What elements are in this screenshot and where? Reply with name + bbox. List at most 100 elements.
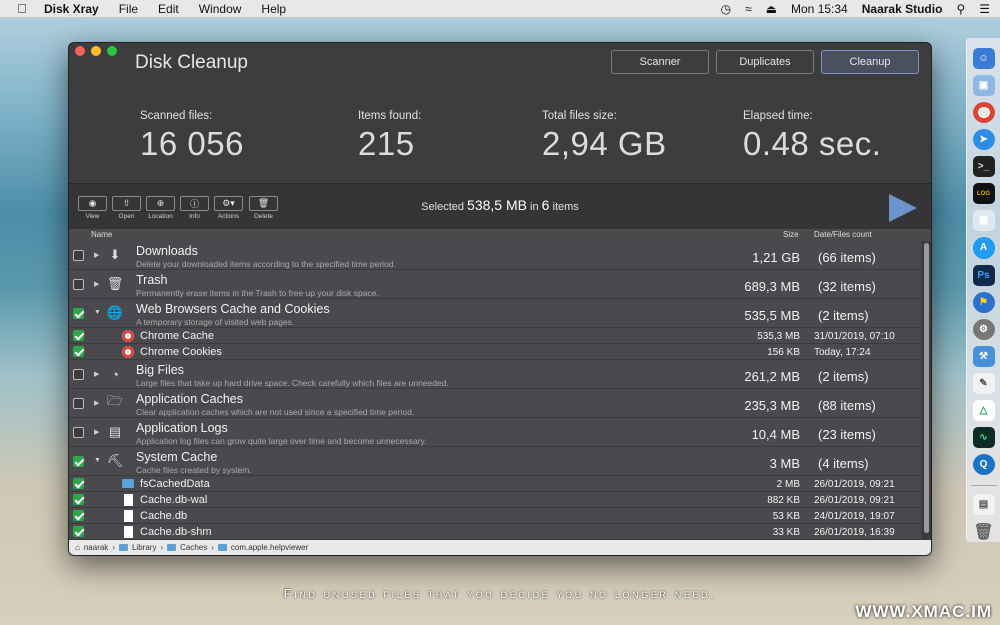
- item-size: 156 KB: [767, 347, 800, 358]
- checkbox[interactable]: [73, 330, 84, 341]
- group-size: 10,4 MB: [751, 427, 800, 442]
- checkbox[interactable]: [73, 510, 84, 521]
- group-row-system-cache[interactable]: ▼ ⛏ System Cache Cache files created by …: [69, 447, 921, 476]
- close-window-button[interactable]: [75, 46, 85, 56]
- tab-cleanup[interactable]: Cleanup: [821, 50, 919, 74]
- xcode-icon[interactable]: ⚒: [972, 345, 995, 367]
- checkbox[interactable]: [73, 250, 84, 261]
- spotlight-search-icon[interactable]: ⚲: [956, 2, 965, 16]
- vertical-scrollbar[interactable]: [922, 241, 931, 541]
- location-label: Location: [148, 213, 173, 220]
- tab-scanner[interactable]: Scanner: [611, 50, 709, 74]
- group-size: 689,3 MB: [744, 279, 800, 294]
- item-row[interactable]: Cache.db 53 KB 24/01/2019, 19:07: [69, 508, 921, 524]
- tab-duplicates[interactable]: Duplicates: [716, 50, 814, 74]
- disclosure-arrow-icon[interactable]: ▼: [94, 309, 101, 316]
- column-name[interactable]: Name: [91, 230, 112, 239]
- checkbox[interactable]: [73, 427, 84, 438]
- selection-summary: Selected 538,5 MB in 6 items: [69, 197, 931, 213]
- watermark: WWW.XMAC.IM: [855, 602, 992, 621]
- disclosure-arrow-icon[interactable]: ▼: [94, 457, 101, 464]
- file-icon: [124, 510, 133, 522]
- menu-user[interactable]: Naarak Studio: [862, 2, 943, 16]
- checkbox[interactable]: [73, 308, 84, 319]
- time-machine-icon[interactable]: ◷: [721, 2, 731, 16]
- stat-scanned-files: Scanned files: 16 056: [140, 110, 244, 163]
- photoshop-icon[interactable]: Ps: [972, 264, 995, 286]
- stat-value: 0.48 sec.: [743, 125, 882, 162]
- menu-edit[interactable]: Edit: [158, 2, 179, 16]
- notification-center-icon[interactable]: ☰: [979, 2, 990, 16]
- group-row-downloads[interactable]: ▶ ⬇ Downloads Delete your downloaded ite…: [69, 241, 921, 270]
- checkbox[interactable]: [73, 398, 84, 409]
- checkbox[interactable]: [73, 494, 84, 505]
- app-menu[interactable]: Disk Xray: [44, 2, 99, 16]
- checkbox[interactable]: [73, 478, 84, 489]
- app-store-icon[interactable]: A: [972, 237, 995, 259]
- disclosure-arrow-icon[interactable]: ▶: [94, 428, 99, 436]
- item-date: Today, 17:24: [814, 347, 871, 358]
- item-row[interactable]: Chrome Cookies 156 KB Today, 17:24: [69, 344, 921, 360]
- group-row-web-browsers[interactable]: ▼ 🌐 Web Browsers Cache and Cookies A tem…: [69, 299, 921, 328]
- checkbox[interactable]: [73, 369, 84, 380]
- group-size: 3 MB: [769, 456, 800, 471]
- vpn-icon[interactable]: ⚑: [972, 291, 995, 313]
- group-row-trash[interactable]: ▶ 🗑 Trash Permanently erase items in the…: [69, 270, 921, 299]
- path-segment[interactable]: naarak: [84, 543, 108, 552]
- window-controls: [75, 46, 117, 56]
- item-row[interactable]: Cache.db-wal 882 KB 26/01/2019, 09:21: [69, 492, 921, 508]
- menu-window[interactable]: Window: [199, 2, 242, 16]
- disclosure-arrow-icon[interactable]: ▶: [94, 280, 99, 288]
- chrome-icon[interactable]: [972, 102, 995, 124]
- checkbox[interactable]: [73, 526, 84, 537]
- apple-menu-icon[interactable]: : [14, 1, 30, 16]
- checkbox[interactable]: [73, 456, 84, 467]
- folder-icon: [118, 544, 128, 551]
- zoom-window-button[interactable]: [107, 46, 117, 56]
- activity-monitor-icon[interactable]: ∿: [972, 426, 995, 448]
- path-segment[interactable]: Caches: [180, 543, 207, 552]
- item-row[interactable]: fsCachedData 2 MB 26/01/2019, 09:21: [69, 476, 921, 492]
- group-row-big-files[interactable]: ▶ ◔ Big Files Large files that take up h…: [69, 360, 921, 389]
- system-cache-icon: ⛏: [106, 453, 124, 468]
- system-preferences-icon[interactable]: ⚙: [972, 318, 995, 340]
- group-row-application-caches[interactable]: ▶ 🗁 Application Caches Clear application…: [69, 389, 921, 418]
- disclosure-arrow-icon[interactable]: ▶: [94, 370, 99, 378]
- checkbox[interactable]: [73, 279, 84, 290]
- path-segment[interactable]: com.apple.helpviewer: [231, 543, 308, 552]
- scrollbar-thumb[interactable]: [924, 243, 929, 533]
- dock: ☺ ▣ ➤ >_ LOG ▦ A Ps ⚑ ⚙ ⚒ ✎ △ ∿ Q ▤ 🗑: [966, 38, 1000, 542]
- safari-icon[interactable]: ➤: [972, 129, 995, 151]
- terminal-icon[interactable]: >_: [972, 156, 995, 178]
- finder-icon[interactable]: ☺: [972, 48, 995, 70]
- start-cleanup-play-icon[interactable]: [889, 194, 917, 222]
- google-drive-icon[interactable]: △: [972, 399, 995, 421]
- quicktime-icon[interactable]: Q: [972, 453, 995, 475]
- trash-bin-icon[interactable]: 🗑: [973, 521, 995, 542]
- system-information-icon[interactable]: ▦: [972, 210, 995, 232]
- disclosure-arrow-icon[interactable]: ▶: [94, 251, 99, 259]
- text-edit-icon[interactable]: ✎: [972, 372, 995, 394]
- minimize-window-button[interactable]: [91, 46, 101, 56]
- eject-icon[interactable]: ⏏: [766, 2, 777, 16]
- preview-icon[interactable]: ▣: [972, 75, 995, 97]
- console-icon[interactable]: LOG: [972, 183, 995, 205]
- column-size[interactable]: Size: [783, 230, 799, 239]
- column-date[interactable]: Date/Files count: [814, 230, 872, 239]
- file-icon: [124, 494, 133, 506]
- menu-clock[interactable]: Mon 15:34: [791, 2, 848, 16]
- menu-help[interactable]: Help: [261, 2, 286, 16]
- downloads-stack-icon[interactable]: ▤: [972, 493, 995, 516]
- item-name: fsCachedData: [140, 478, 210, 490]
- folder-icon: [217, 544, 227, 551]
- group-row-application-logs[interactable]: ▶ ▤ Application Logs Application log fil…: [69, 418, 921, 447]
- item-row[interactable]: Cache.db-shm 33 KB 26/01/2019, 16:39: [69, 524, 921, 540]
- disclosure-arrow-icon[interactable]: ▶: [94, 399, 99, 407]
- wifi-icon[interactable]: ≈: [745, 2, 752, 16]
- file-icon: [124, 526, 133, 538]
- checkbox[interactable]: [73, 346, 84, 357]
- path-segment[interactable]: Library: [132, 543, 156, 552]
- item-row[interactable]: Chrome Cache 535,3 MB 31/01/2019, 07:10: [69, 328, 921, 344]
- stat-value: 16 056: [140, 125, 244, 162]
- menu-file[interactable]: File: [119, 2, 138, 16]
